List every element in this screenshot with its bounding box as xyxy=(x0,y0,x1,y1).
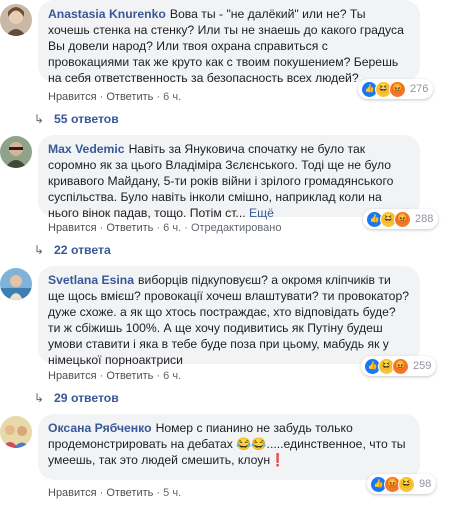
reply-arrow-icon: ↳ xyxy=(34,112,45,126)
view-replies-link[interactable]: ↳ 55 ответов xyxy=(34,111,119,127)
angry-icon: 😡 xyxy=(394,210,411,228)
comment-bubble: Svetlana Esina виборців підкуповуєш? а ок… xyxy=(38,266,420,367)
edited-label[interactable]: Отредактировано xyxy=(191,222,282,234)
reactions-summary[interactable]: 👍 😡 😆 98 xyxy=(367,474,437,494)
like-link[interactable]: Нравится xyxy=(48,487,97,499)
reply-link[interactable]: Ответить xyxy=(106,370,153,382)
reply-arrow-icon: ↳ xyxy=(34,391,45,405)
comment-time[interactable]: 5 ч. xyxy=(163,487,181,499)
avatar[interactable] xyxy=(0,416,32,448)
reactions-summary[interactable]: 👍 😆 😡 259 xyxy=(361,356,437,376)
avatar[interactable] xyxy=(0,268,32,300)
reply-link[interactable]: Ответить xyxy=(106,91,153,103)
angry-icon: 😡 xyxy=(389,80,406,98)
see-more-link[interactable]: Ещё xyxy=(249,206,274,220)
avatar[interactable] xyxy=(0,136,32,168)
comment-time[interactable]: 6 ч. xyxy=(163,91,181,103)
like-link[interactable]: Нравится xyxy=(48,370,97,382)
comment-bubble: Оксана Рябченко Номер с пианино не забудь… xyxy=(38,414,420,480)
reply-link[interactable]: Ответить xyxy=(106,487,153,499)
comment-actions: Нравится · Ответить · 5 ч. xyxy=(48,487,182,499)
comment-text: виборців підкуповуєш? а окромя кліпчиків… xyxy=(48,273,410,367)
comment-author[interactable]: Svetlana Esina xyxy=(48,273,134,287)
like-link[interactable]: Нравится xyxy=(48,91,97,103)
comment-author[interactable]: Max Vedemic xyxy=(48,142,125,156)
view-replies-link[interactable]: ↳ 22 ответа xyxy=(34,242,111,258)
reply-arrow-icon: ↳ xyxy=(34,243,45,257)
comment-actions: Нравится · Ответить · 6 ч. · Отредактиро… xyxy=(48,222,282,234)
like-link[interactable]: Нравится xyxy=(48,222,97,234)
avatar[interactable] xyxy=(0,4,32,36)
comment-actions: Нравится · Ответить · 6 ч. xyxy=(48,91,182,103)
comment-time[interactable]: 6 ч. xyxy=(163,370,181,382)
reaction-count: 288 xyxy=(415,213,434,225)
comment-time[interactable]: 6 ч. xyxy=(163,222,181,234)
reaction-count: 98 xyxy=(419,478,432,490)
comment-author[interactable]: Оксана Рябченко xyxy=(48,421,152,435)
view-replies-link[interactable]: ↳ 29 ответов xyxy=(34,390,119,406)
comment-actions: Нравится · Ответить · 6 ч. xyxy=(48,370,182,382)
reactions-summary[interactable]: 👍 😆 😡 276 xyxy=(358,79,434,99)
comment-bubble: Max Vedemic Навіть за Януковича спочатку … xyxy=(38,135,420,220)
comment-bubble: Anastasia Knurenko Вова ты - "не далёкий"… xyxy=(38,0,420,85)
comment-author[interactable]: Anastasia Knurenko xyxy=(48,7,166,21)
reaction-count: 276 xyxy=(410,83,429,95)
reactions-summary[interactable]: 👍 😆 😡 288 xyxy=(363,209,439,229)
reaction-count: 259 xyxy=(413,360,432,372)
angry-icon: 😡 xyxy=(392,357,409,375)
reply-link[interactable]: Ответить xyxy=(106,222,153,234)
haha-icon: 😆 xyxy=(398,475,415,493)
